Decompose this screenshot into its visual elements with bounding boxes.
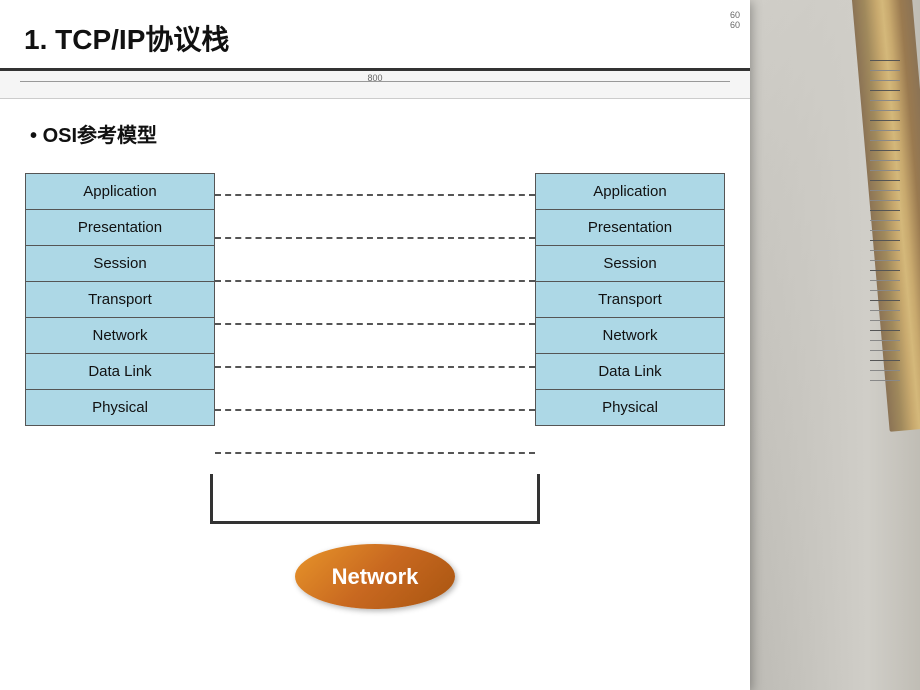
right-layer-session: Session [535, 245, 725, 281]
dashed-row-4 [215, 302, 535, 345]
ruler-label: 800 [367, 73, 382, 83]
connector-right-vertical [537, 474, 540, 524]
dashed-row-6 [215, 388, 535, 431]
left-layer-datalink: Data Link [25, 353, 215, 389]
dashed-line-7 [215, 452, 535, 454]
dashed-line-4 [215, 323, 535, 325]
slide-title: 1. TCP/IP协议栈 [24, 18, 229, 58]
right-osi-stack: Application Presentation Session Transpo… [535, 173, 725, 426]
dashed-row-3 [215, 259, 535, 302]
left-layer-network: Network [25, 317, 215, 353]
right-layer-network: Network [535, 317, 725, 353]
section-title: OSI参考模型 [30, 119, 720, 148]
dashed-row-1 [215, 173, 535, 216]
dashed-row-7 [215, 431, 535, 474]
dashed-lines-column [215, 173, 535, 474]
osi-diagram: Application Presentation Session Transpo… [30, 173, 720, 609]
right-layer-datalink: Data Link [535, 353, 725, 389]
dashed-line-6 [215, 409, 535, 411]
connector-left-vertical [210, 474, 213, 524]
left-layer-physical: Physical [25, 389, 215, 426]
left-layer-session: Session [25, 245, 215, 281]
network-oval-label: Network [332, 564, 419, 590]
left-layer-transport: Transport [25, 281, 215, 317]
connector-horizontal [210, 521, 540, 524]
ruler-graphic [870, 60, 900, 460]
right-layer-transport: Transport [535, 281, 725, 317]
left-osi-stack: Application Presentation Session Transpo… [25, 173, 215, 426]
slide-measurements: 60 60 [730, 10, 740, 30]
left-layer-application: Application [25, 173, 215, 209]
stacks-row: Application Presentation Session Transpo… [25, 173, 725, 474]
dashed-line-1 [215, 194, 535, 196]
network-oval: Network [295, 544, 455, 609]
slide-content: OSI参考模型 Application Presentation Session… [0, 99, 750, 629]
right-layer-presentation: Presentation [535, 209, 725, 245]
left-layer-presentation: Presentation [25, 209, 215, 245]
title-bar: 1. TCP/IP协议栈 [0, 0, 750, 71]
bottom-connectors [115, 474, 635, 529]
right-layer-application: Application [535, 173, 725, 209]
right-decoration [745, 0, 920, 690]
dashed-row-2 [215, 216, 535, 259]
right-layer-physical: Physical [535, 389, 725, 426]
dashed-line-2 [215, 237, 535, 239]
dashed-line-3 [215, 280, 535, 282]
ruler-area: 800 [0, 71, 750, 99]
slide: 60 60 1. TCP/IP协议栈 800 OSI参考模型 Applicati… [0, 0, 750, 690]
dashed-row-5 [215, 345, 535, 388]
dashed-line-5 [215, 366, 535, 368]
